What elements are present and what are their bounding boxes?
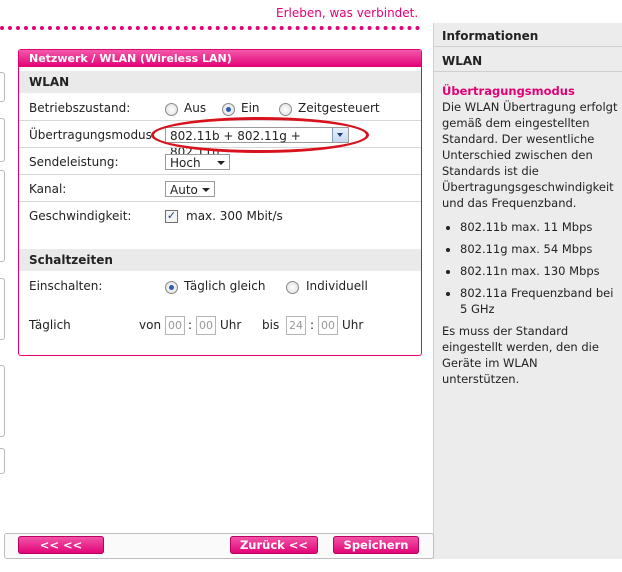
kanal-value: Auto [170, 183, 198, 197]
save-button[interactable]: Speichern << [333, 536, 419, 570]
geschwindigkeit-label: Geschwindigkeit: [29, 209, 132, 223]
time-colon: : [188, 318, 193, 332]
radio-zeitgesteuert-label: Zeitgesteuert [298, 101, 380, 115]
uebertragungsmodus-label: Übertragungsmodus: [29, 128, 156, 142]
highlight-ellipse [151, 117, 369, 153]
radio-individuell-label: Individuell [306, 279, 368, 293]
von-label: von [139, 318, 162, 332]
nav-stub[interactable] [0, 170, 5, 262]
radio-individuell[interactable] [286, 281, 299, 294]
info-heading: Übertragungsmodus [442, 84, 575, 98]
sendeleistung-value: Hoch [170, 156, 201, 170]
back-button[interactable]: Zurück << [230, 536, 318, 554]
kanal-label: Kanal: [29, 182, 67, 196]
radio-zeitgesteuert[interactable] [279, 103, 292, 116]
info-bullets: 802.11b max. 11 Mbps 802.11g max. 54 Mbp… [442, 219, 618, 317]
wlan-settings-panel: Netzwerk / WLAN (Wireless LAN) WLAN Betr… [18, 49, 422, 356]
from-hour-input[interactable]: 00 [165, 316, 185, 335]
einschalten-label: Einschalten: [29, 279, 103, 293]
chevron-down-icon [202, 188, 210, 192]
list-item: 802.11g max. 54 Mbps [460, 241, 618, 257]
list-item: 802.11a Frequenzband bei 5 GHz [460, 285, 618, 317]
chevron-down-icon [217, 161, 225, 165]
uhr-label: Uhr [220, 318, 242, 332]
list-item: 802.11n max. 130 Mbps [460, 263, 618, 279]
slogan: Erleben, was verbindet. [276, 6, 419, 20]
to-hour-input[interactable]: 24 [286, 316, 306, 335]
radio-ein[interactable] [222, 103, 235, 116]
betriebszustand-label: Betriebszustand: [29, 101, 131, 115]
nav-stub[interactable] [0, 72, 5, 102]
uhr-label: Uhr [342, 318, 364, 332]
from-minute-input[interactable]: 00 [196, 316, 216, 335]
to-minute-input[interactable]: 00 [318, 316, 338, 335]
nav-stub[interactable] [0, 118, 5, 162]
list-item: 802.11b max. 11 Mbps [460, 219, 618, 235]
bis-label: bis [262, 318, 280, 332]
geschwindigkeit-checkbox[interactable]: ✓ [165, 210, 178, 223]
section-schaltzeiten: Schaltzeiten [19, 249, 421, 271]
taeglich-label: Täglich [29, 318, 71, 332]
nav-stub[interactable] [0, 448, 5, 474]
sendeleistung-select[interactable]: Hoch [165, 154, 230, 170]
radio-taeglich-gleich[interactable] [165, 281, 178, 294]
radio-ein-label: Ein [241, 101, 260, 115]
info-text: Die WLAN Übertragung erfolgt gemäß dem e… [442, 100, 618, 210]
back-start-button[interactable]: << << [18, 536, 104, 554]
row-divider [19, 174, 421, 175]
info-subtitle: WLAN [434, 48, 622, 72]
nav-stub[interactable] [0, 365, 5, 437]
sendeleistung-label: Sendeleistung: [29, 155, 119, 169]
time-colon: : [310, 318, 315, 332]
nav-stub[interactable] [0, 278, 5, 340]
kanal-select[interactable]: Auto [165, 181, 215, 197]
radio-aus-label: Aus [184, 101, 207, 115]
info-sidebar: Informationen WLAN Übertragungsmodus Die… [433, 23, 622, 559]
row-divider [19, 201, 421, 202]
geschwindigkeit-checkbox-label: max. 300 Mbit/s [186, 209, 283, 223]
radio-taeglich-gleich-label: Täglich gleich [184, 279, 266, 293]
dotted-divider [0, 26, 420, 30]
info-title: Informationen [434, 23, 622, 47]
section-wlan: WLAN [19, 71, 421, 93]
panel-title: Netzwerk / WLAN (Wireless LAN) [19, 50, 421, 67]
info-footer: Es muss der Standard eingestellt werden,… [442, 324, 599, 386]
radio-aus[interactable] [165, 103, 178, 116]
info-body: Übertragungsmodus Die WLAN Übertragung e… [442, 83, 618, 387]
